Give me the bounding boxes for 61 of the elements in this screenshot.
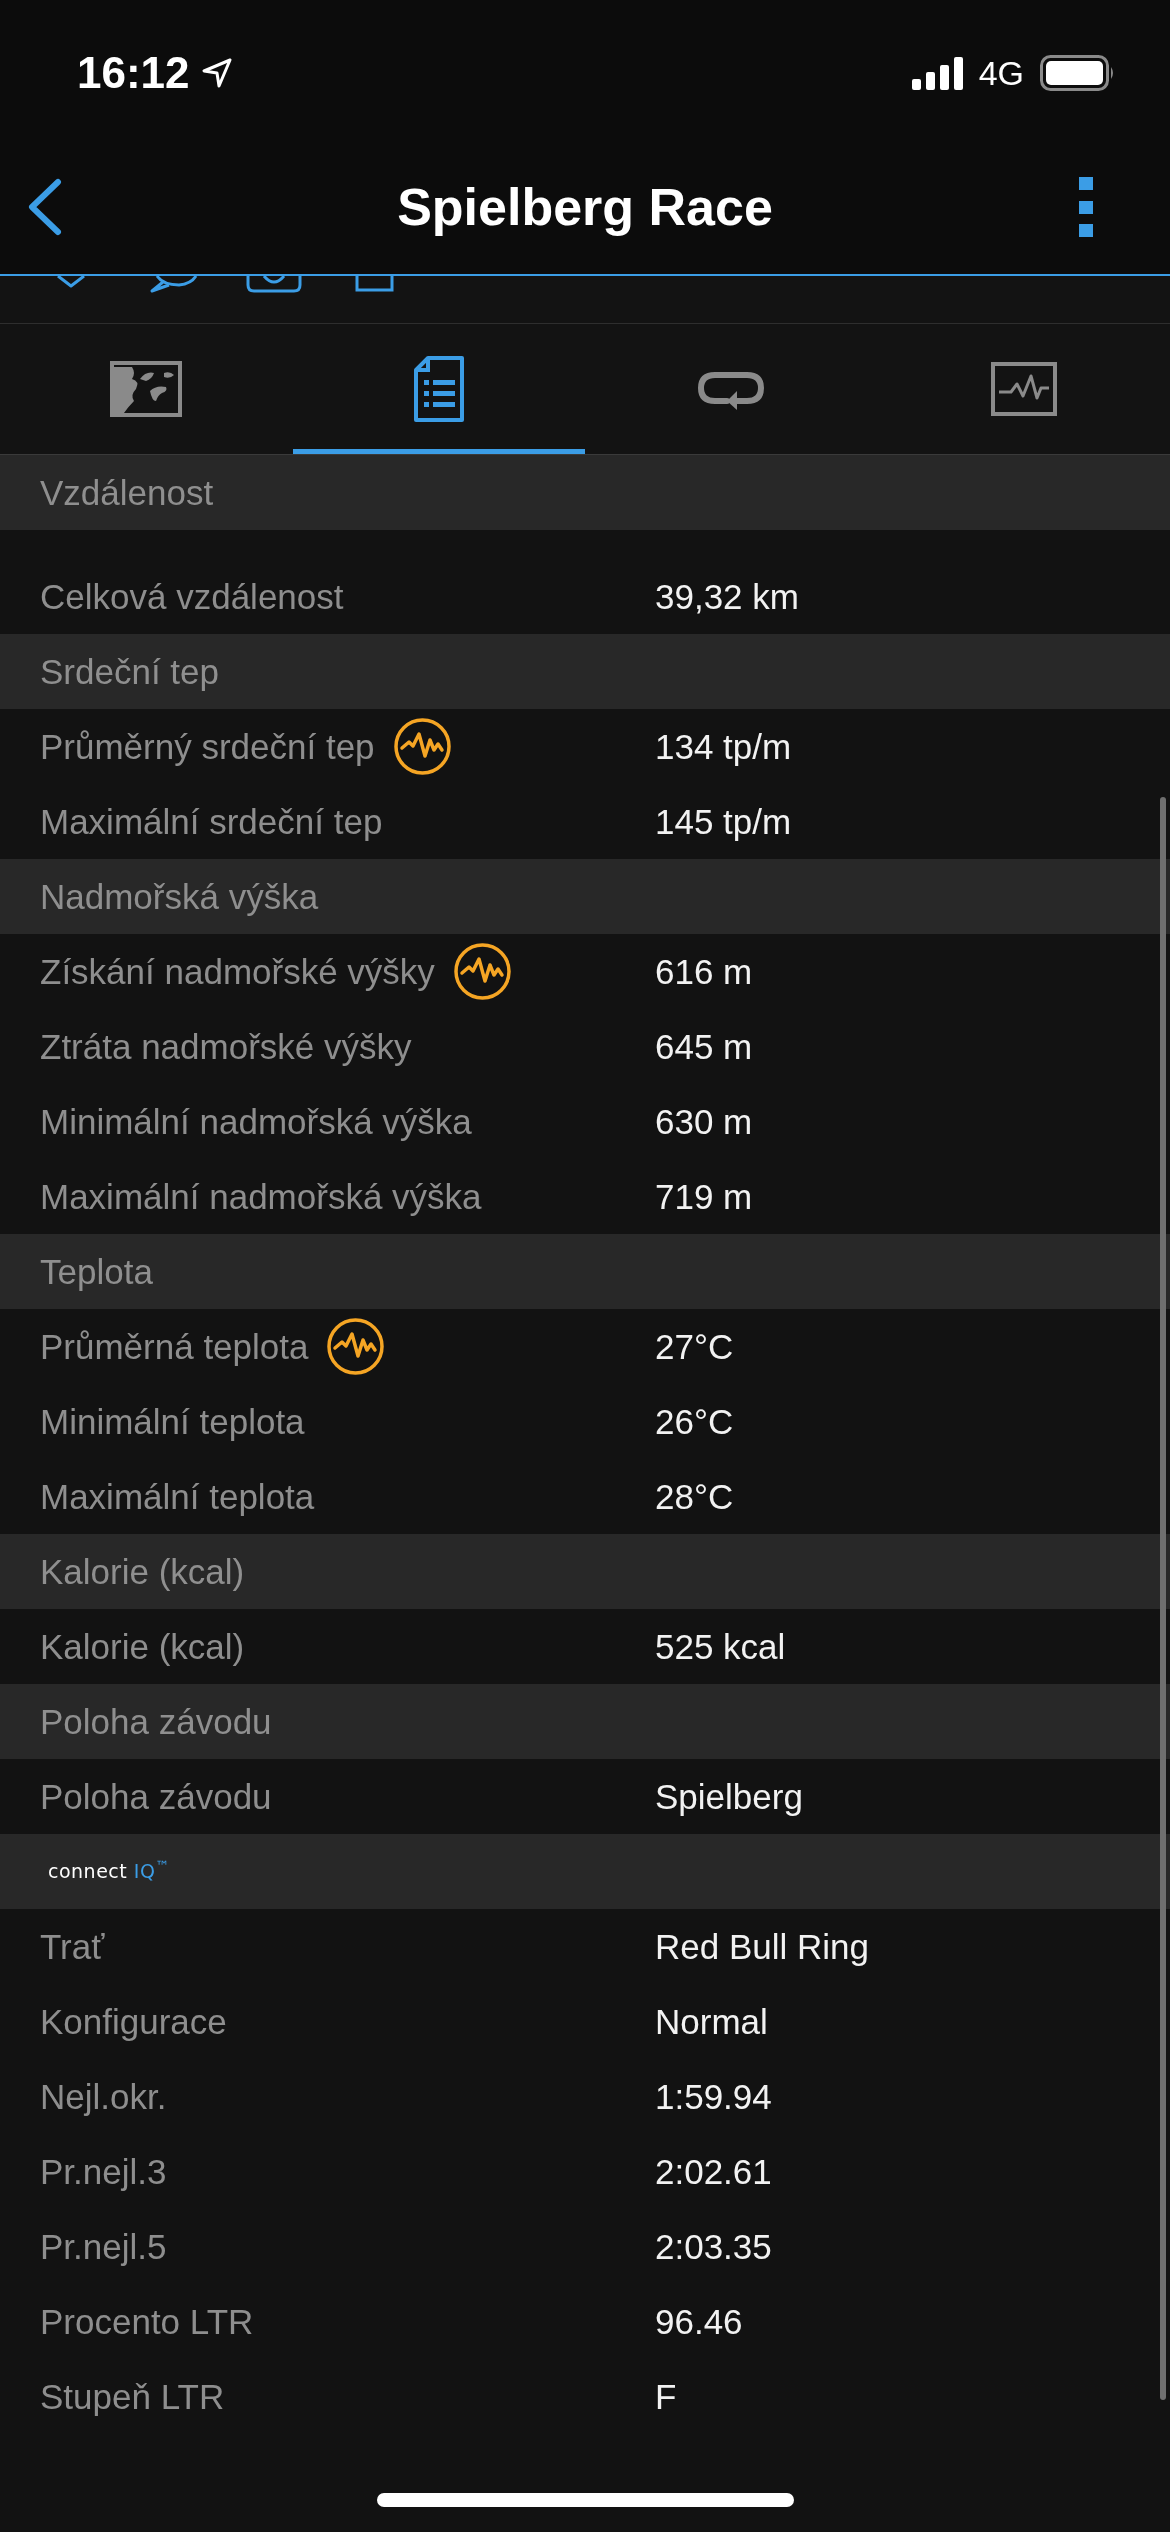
- signal-icon: [911, 56, 963, 90]
- document-list-icon: [413, 356, 464, 422]
- row-label: Minimální nadmořská výška: [40, 1104, 472, 1139]
- row-value: Normal: [655, 2004, 768, 2039]
- row-value: 2:03.35: [655, 2229, 772, 2264]
- row-value: 630 m: [655, 1104, 753, 1139]
- section-header: Kalorie (kcal): [0, 1534, 1170, 1609]
- row-value: 719 m: [655, 1179, 753, 1214]
- row-value: 28°C: [655, 1479, 734, 1514]
- section-header: Poloha závodu: [0, 1684, 1170, 1759]
- row-value: 27°C: [655, 1329, 734, 1364]
- row-label: Maximální srdeční tep: [40, 804, 383, 839]
- row-label: Celková vzdálenost: [40, 579, 344, 614]
- row-label: Maximální teplota: [40, 1479, 315, 1514]
- activity-icon[interactable]: [393, 718, 451, 775]
- network-label: 4G: [978, 56, 1024, 90]
- row-value: 96.46: [655, 2304, 743, 2339]
- row-value: 145 tp/m: [655, 804, 792, 839]
- more-icon: [1079, 177, 1093, 237]
- map-icon: [110, 361, 183, 417]
- row-label: Poloha závodu: [40, 1779, 272, 1814]
- row-value: 26°C: [655, 1404, 734, 1439]
- row-value: 525 kcal: [655, 1629, 786, 1664]
- row-value: 616 m: [655, 954, 753, 989]
- activity-icon[interactable]: [327, 1318, 385, 1375]
- status-time: 16:12: [77, 51, 190, 95]
- row-value: F: [655, 2379, 677, 2414]
- row-value: 645 m: [655, 1029, 753, 1064]
- section-header: Vzdálenost: [0, 455, 1170, 530]
- battery-icon: [1040, 55, 1115, 91]
- activity-chart-icon: [990, 362, 1057, 416]
- row-label: Nejl.okr.: [40, 2079, 167, 2114]
- back-icon: [26, 178, 62, 236]
- section-header: Srdeční tep: [0, 634, 1170, 709]
- section-header: Nadmořská výška: [0, 859, 1170, 934]
- location-arrow-icon: [201, 58, 232, 88]
- row-label: Pr.nejl.3: [40, 2154, 167, 2189]
- section-header: Teplota: [0, 1234, 1170, 1309]
- row-value: Red Bull Ring: [655, 1929, 869, 1964]
- row-label: Konfigurace: [40, 2004, 227, 2039]
- row-value: 134 tp/m: [655, 729, 792, 764]
- row-label: Průměrná teplota: [40, 1329, 309, 1364]
- row-label: Maximální nadmořská výška: [40, 1179, 482, 1214]
- row-label: Minimální teplota: [40, 1404, 305, 1439]
- row-label: Stupeň LTR: [40, 2379, 225, 2414]
- camera-icon[interactable]: [246, 276, 302, 293]
- row-label: Trať: [40, 1929, 105, 1964]
- row-label: Kalorie (kcal): [40, 1629, 245, 1664]
- activity-icon[interactable]: [453, 943, 511, 1000]
- row-value: 39,32 km: [655, 579, 799, 614]
- row-label: Procento LTR: [40, 2304, 254, 2339]
- row-label: Získání nadmořské výšky: [40, 954, 435, 989]
- row-label: Pr.nejl.5: [40, 2229, 167, 2264]
- speech-bubble-icon[interactable]: [149, 276, 198, 293]
- row-value: Spielberg: [655, 1779, 803, 1814]
- row-label: Průměrný srdeční tep: [40, 729, 375, 764]
- logo: connect IQ$^{™}$: [48, 1862, 171, 1881]
- chevron-down-icon[interactable]: [56, 276, 86, 288]
- row-label: Ztráta nadmořské výšky: [40, 1029, 412, 1064]
- row-value: 2:02.61: [655, 2154, 772, 2189]
- row-value: 1:59.94: [655, 2079, 772, 2114]
